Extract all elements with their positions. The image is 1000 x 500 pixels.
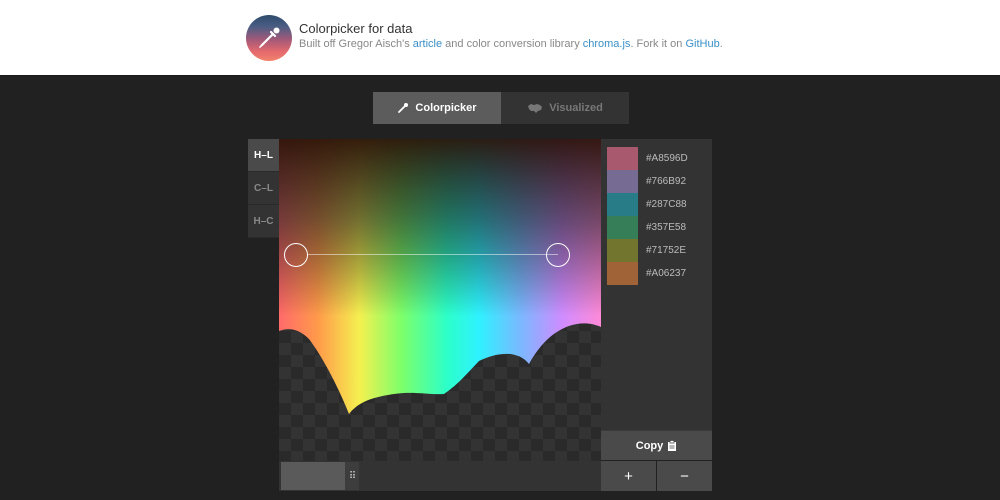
copy-label: Copy xyxy=(635,439,664,452)
eyedropper-icon xyxy=(259,27,280,48)
swatch-row[interactable]: #A8596D xyxy=(607,147,707,170)
color-swatch[interactable] xyxy=(607,170,638,193)
swatch-row[interactable]: #287C88 xyxy=(607,193,707,216)
swatch-hex-label: #357E58 xyxy=(646,222,687,233)
start-color-handle[interactable] xyxy=(284,243,308,267)
page-header: Colorpicker for data Built off Gregor Ai… xyxy=(0,0,1000,76)
add-color-button[interactable]: + xyxy=(601,461,656,491)
map-icon xyxy=(528,104,543,113)
mode-hl-button[interactable]: H–L xyxy=(248,139,279,172)
eyedropper-icon xyxy=(398,103,409,113)
hue-lightness-gradient xyxy=(279,139,601,414)
palette-path-line xyxy=(308,254,558,255)
swatch-row[interactable]: #A06237 xyxy=(607,262,707,285)
article-link[interactable]: article xyxy=(413,38,442,50)
subtitle-text: Built off Gregor Aisch's xyxy=(299,38,413,50)
view-tabs: Colorpicker Visualized xyxy=(373,92,629,124)
mode-hc-button[interactable]: H–C xyxy=(248,205,279,238)
color-swatch[interactable] xyxy=(607,147,638,170)
color-swatch[interactable] xyxy=(607,239,638,262)
swatch-row[interactable]: #766B92 xyxy=(607,170,707,193)
mode-cl-button[interactable]: C–L xyxy=(248,172,279,205)
mode-selector: H–L C–L H–C xyxy=(248,139,279,238)
subtitle-text: . Fork it on xyxy=(630,38,686,50)
swatch-hex-label: #A06237 xyxy=(646,268,687,279)
swatch-row[interactable]: #71752E xyxy=(607,239,707,262)
color-space-canvas[interactable] xyxy=(279,139,601,461)
copy-button[interactable]: Copy xyxy=(601,430,712,460)
tab-colorpicker[interactable]: Colorpicker xyxy=(373,92,501,124)
app-title: Colorpicker for data xyxy=(299,21,413,36)
slider-grip-handle[interactable]: ⠿ xyxy=(345,462,359,490)
chroma-link[interactable]: chroma.js xyxy=(583,38,631,50)
end-color-handle[interactable] xyxy=(546,243,570,267)
swatch-hex-label: #766B92 xyxy=(646,176,687,187)
logo xyxy=(246,15,292,61)
subtitle-text: . xyxy=(719,38,723,50)
color-swatch[interactable] xyxy=(607,216,638,239)
subtitle-text: and color conversion library xyxy=(442,38,583,50)
swatch-row[interactable]: #357E58 xyxy=(607,216,707,239)
swatch-hex-label: #A8596D xyxy=(646,153,688,164)
app-subtitle: Built off Gregor Aisch's article and col… xyxy=(299,38,723,50)
clipboard-icon xyxy=(668,440,677,451)
swatch-hex-label: #287C88 xyxy=(646,199,687,210)
github-link[interactable]: GitHub xyxy=(685,38,719,50)
tab-label: Colorpicker xyxy=(415,102,477,114)
color-swatch[interactable] xyxy=(607,193,638,216)
swatch-hex-label: #71752E xyxy=(646,245,687,256)
tab-visualized[interactable]: Visualized xyxy=(501,92,629,124)
slider-range[interactable] xyxy=(281,462,345,490)
tab-label: Visualized xyxy=(549,102,603,114)
remove-color-button[interactable]: − xyxy=(657,461,712,491)
color-swatch[interactable] xyxy=(607,262,638,285)
